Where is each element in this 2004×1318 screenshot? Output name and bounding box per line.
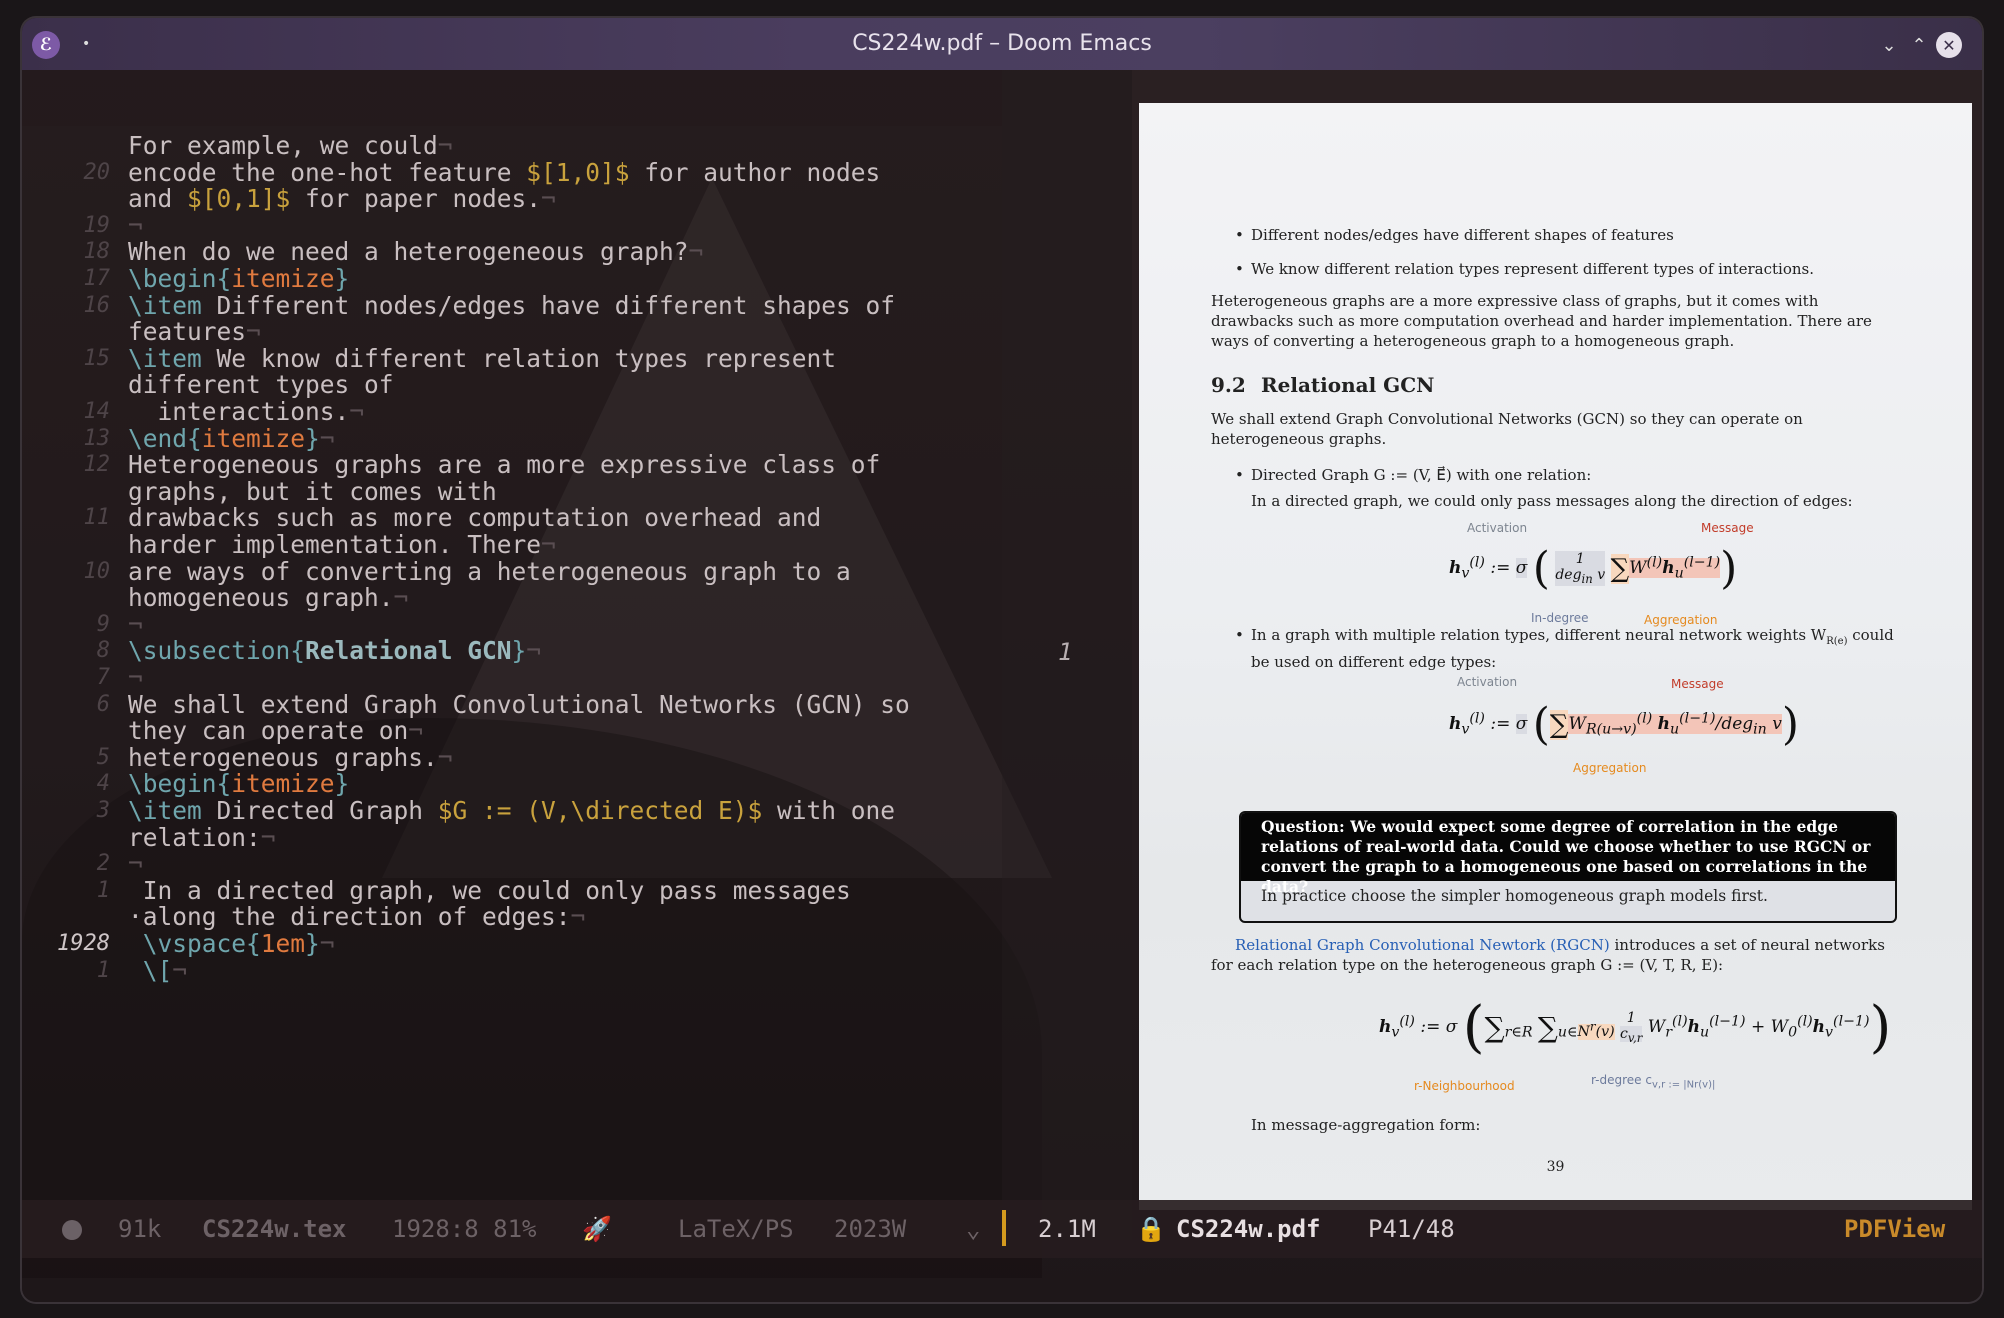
mode-line[interactable]: 91k CS224w.tex 1928:8 81% 🚀 LaTeX/PS 202… bbox=[22, 1200, 1982, 1258]
emacs-window: ℰ • CS224w.pdf – Doom Emacs ⌄ ⌃ ✕ For ex… bbox=[22, 18, 1982, 1302]
rgcn-link[interactable]: Relational Graph Convolutional Newtork (… bbox=[1235, 936, 1610, 954]
pdf-bullet: We know different relation types represe… bbox=[1235, 259, 1814, 279]
pdf-paragraph: We shall extend Graph Convolutional Netw… bbox=[1211, 410, 1803, 448]
editor-line[interactable]: 1 \[¬ bbox=[22, 954, 1002, 988]
chevron-down-icon[interactable]: ⌄ bbox=[966, 1215, 980, 1243]
title-bar[interactable]: ℰ • CS224w.pdf – Doom Emacs ⌄ ⌃ ✕ bbox=[22, 18, 1982, 70]
pdf-section-title: Relational GCN bbox=[1261, 373, 1435, 397]
pdf-paragraph: Relational Graph Convolutional Newtork (… bbox=[1211, 936, 1885, 974]
in-degree-label: In-degree bbox=[1531, 611, 1589, 625]
buffer-state-icon bbox=[62, 1220, 82, 1240]
question-box: Question: We would expect some degree of… bbox=[1239, 811, 1897, 923]
maximize-icon[interactable]: ⌃ bbox=[1906, 32, 1932, 58]
code-token: \[ bbox=[128, 955, 173, 985]
pdf-buffer-name[interactable]: CS224w.pdf bbox=[1176, 1215, 1321, 1243]
formula-multirelation: hv(l) := σ (∑WR(u→v)(l) hu(l−1)/degin v) bbox=[1449, 699, 1799, 750]
formula-gcn: hv(l) := σ ( 1 degin v ∑W(l)hu(l−1)) bbox=[1449, 543, 1738, 594]
pdf-page[interactable]: Different nodes/edges have different sha… bbox=[1139, 103, 1972, 1210]
pdf-page-indicator: P41/48 bbox=[1368, 1215, 1455, 1243]
rocket-icon: 🚀 bbox=[582, 1215, 612, 1243]
editor-header-line bbox=[22, 70, 1002, 126]
neighbourhood-label: r-Neighbourhood bbox=[1414, 1079, 1515, 1093]
close-icon[interactable]: ✕ bbox=[1936, 32, 1962, 58]
gutter-page-number: 1 bbox=[1058, 638, 1073, 666]
degree-label: r-degree cv,r := |Nr(v)| bbox=[1591, 1073, 1716, 1091]
pdf-bullet: Directed Graph G := (V, E⃗) with one rel… bbox=[1235, 465, 1591, 485]
aggregation-label: Aggregation bbox=[1573, 761, 1647, 775]
pdf-paragraph: Heterogeneous graphs are a more expressi… bbox=[1211, 292, 1872, 350]
latex-editor-pane[interactable]: For example, we could¬ 20 encode the one-h… bbox=[22, 70, 1002, 1240]
window-divider bbox=[1002, 1210, 1006, 1246]
line-number: 1 bbox=[96, 957, 110, 983]
activation-label: Activation bbox=[1467, 521, 1528, 535]
pdf-page-number: 39 bbox=[1546, 1159, 1565, 1175]
word-count: 2023W bbox=[834, 1215, 907, 1243]
cursor-position: 1928:8 81% bbox=[392, 1215, 537, 1243]
pdf-section-number: 9.2 bbox=[1211, 373, 1246, 397]
minimize-icon[interactable]: ⌄ bbox=[1876, 32, 1902, 58]
buffer-name[interactable]: CS224w.tex bbox=[202, 1215, 347, 1243]
message-label: Message bbox=[1701, 521, 1754, 535]
activation-label: Activation bbox=[1457, 675, 1518, 689]
pdf-paragraph: In message-aggregation form: bbox=[1251, 1116, 1481, 1134]
pdf-size: 2.1M bbox=[1038, 1215, 1096, 1243]
major-mode-right[interactable]: PDFView bbox=[1844, 1215, 1945, 1243]
message-label: Message bbox=[1671, 677, 1724, 691]
window-title: CS224w.pdf – Doom Emacs bbox=[852, 31, 1152, 56]
pdf-bullet: Different nodes/edges have different sha… bbox=[1235, 225, 1674, 245]
pdf-bullet-subtext: In a directed graph, we could only pass … bbox=[1251, 492, 1853, 510]
formula-rgcn: hv(l) := σ (∑r∈R ∑u∈Nr(v) 1 cv,r Wr(l)hu(… bbox=[1379, 995, 1892, 1060]
major-mode-left[interactable]: LaTeX/PS bbox=[678, 1215, 794, 1243]
answer-text: In practice choose the simpler homogeneo… bbox=[1261, 887, 1768, 905]
code-token: ¬ bbox=[172, 955, 188, 985]
lock-icon: 🔒 bbox=[1136, 1215, 1166, 1243]
line-code: \[¬ bbox=[128, 954, 187, 988]
question-text: Question: We would expect some degree of… bbox=[1241, 813, 1895, 896]
buffer-size: 91k bbox=[118, 1215, 162, 1243]
pdf-bullet: In a graph with multiple relation types,… bbox=[1235, 625, 1901, 672]
